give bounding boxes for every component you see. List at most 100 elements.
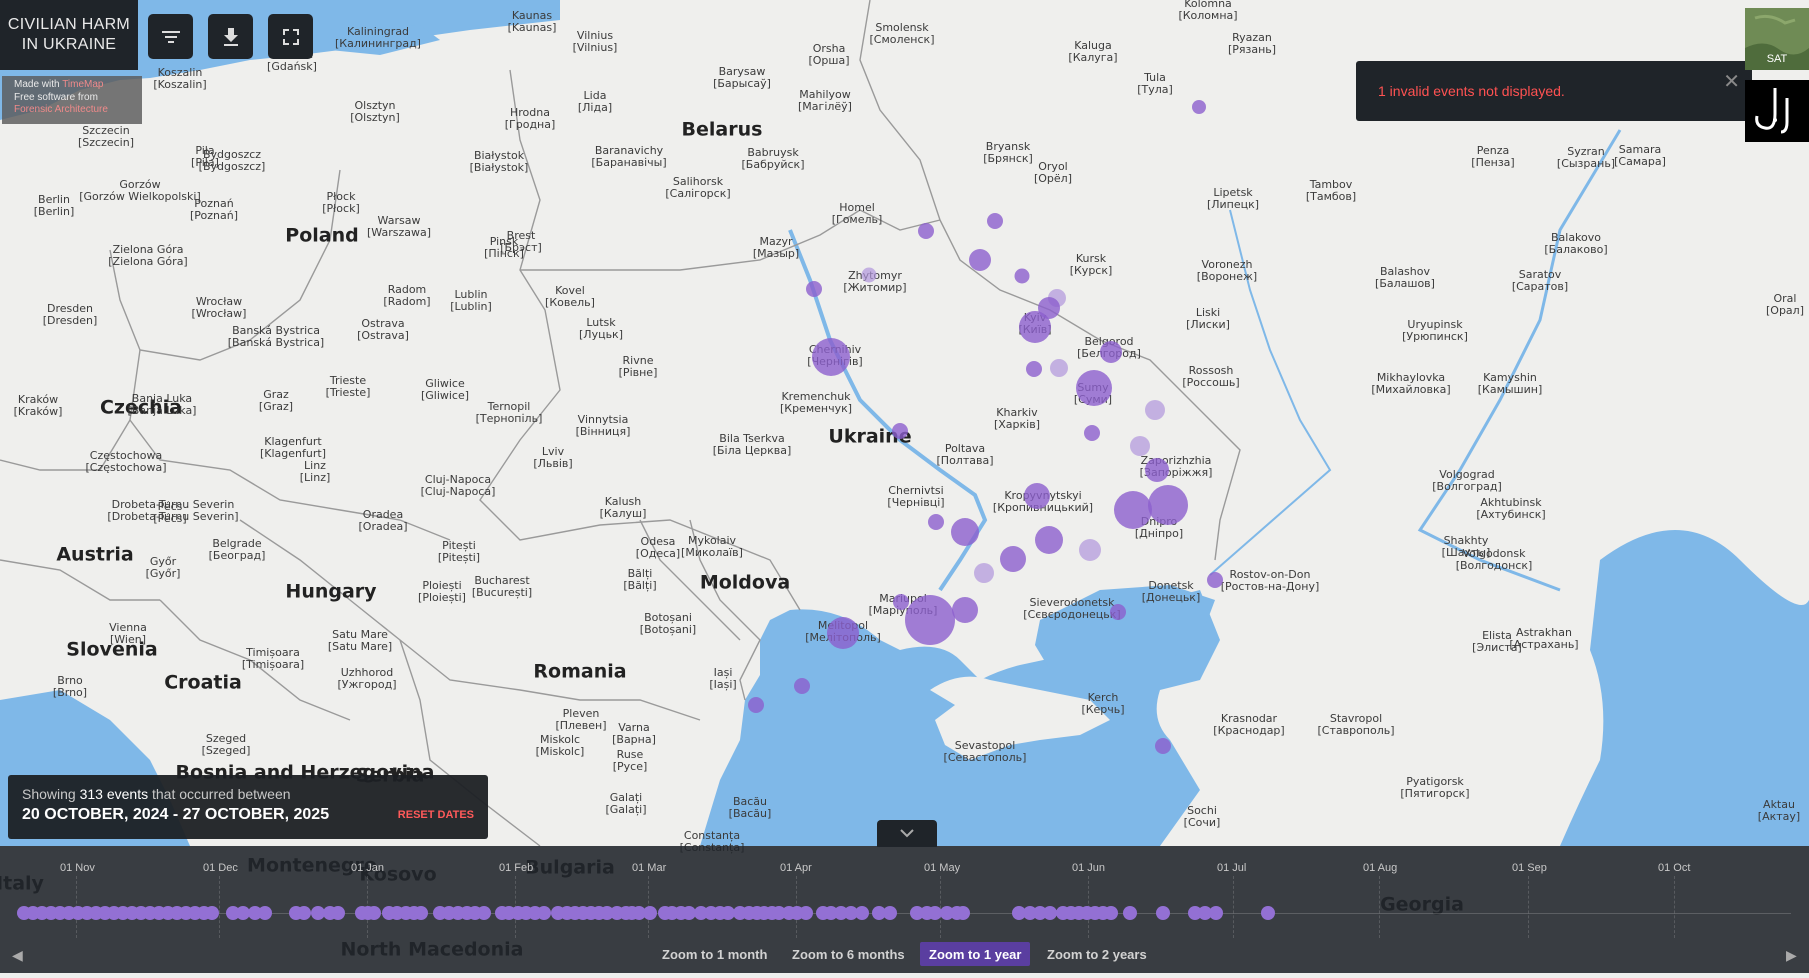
- event-marker[interactable]: [1035, 526, 1063, 554]
- timeline-event-dot[interactable]: [1123, 906, 1137, 920]
- event-marker[interactable]: [1019, 311, 1051, 343]
- timeline-event-dot[interactable]: [643, 906, 657, 920]
- timeline-toggle[interactable]: [877, 820, 937, 847]
- chevron-left-icon[interactable]: ◀: [12, 947, 23, 964]
- event-marker[interactable]: [987, 213, 1003, 229]
- event-marker[interactable]: [918, 223, 934, 239]
- event-marker[interactable]: [1050, 359, 1068, 377]
- event-marker[interactable]: [1000, 546, 1026, 572]
- event-marker[interactable]: [1110, 604, 1126, 620]
- satellite-toggle[interactable]: SAT: [1745, 8, 1809, 70]
- event-marker[interactable]: [1145, 458, 1169, 482]
- timeline-event-dot[interactable]: [367, 906, 381, 920]
- timeline-event-dot[interactable]: [956, 906, 970, 920]
- reset-dates-button[interactable]: RESET DATES: [398, 809, 474, 821]
- city-label: Aktau [Актау]: [1757, 797, 1801, 823]
- event-marker[interactable]: [1130, 436, 1150, 456]
- city-label: Linz [Linz]: [299, 458, 331, 484]
- country-label: Belarus: [681, 118, 763, 141]
- city-label: Ruse [Русе]: [612, 747, 648, 773]
- event-marker[interactable]: [1114, 491, 1152, 529]
- event-marker[interactable]: [905, 595, 955, 645]
- event-marker[interactable]: [806, 281, 822, 297]
- timeline-month-label: 01 Mar: [632, 862, 667, 874]
- city-label: Botoșani [Botoșani]: [639, 610, 697, 636]
- timeline-event-dot[interactable]: [258, 906, 272, 920]
- event-marker[interactable]: [794, 678, 810, 694]
- timeline-event-dot[interactable]: [855, 906, 869, 920]
- event-marker[interactable]: [861, 267, 877, 283]
- cover-button[interactable]: [1745, 80, 1809, 142]
- event-marker[interactable]: [1014, 268, 1030, 284]
- timeline-event-dot[interactable]: [1261, 906, 1275, 920]
- event-marker[interactable]: [1145, 400, 1165, 420]
- timeline-tick: [219, 876, 220, 938]
- events-count: 313 events: [79, 786, 149, 802]
- timeline-event-dot[interactable]: [537, 906, 551, 920]
- timeline-month-label: 01 May: [924, 862, 961, 874]
- city-label: Kovel [Ковель]: [545, 283, 595, 309]
- timeline-event-dot[interactable]: [331, 906, 345, 920]
- city-label: Mahilyow [Магілёў]: [798, 87, 852, 113]
- event-marker[interactable]: [1192, 100, 1206, 114]
- event-marker[interactable]: [812, 338, 850, 376]
- timeline-month-label: 01 Apr: [780, 862, 812, 874]
- timeline-month-label: 01 Nov: [60, 862, 95, 874]
- city-label: Tula [Тула]: [1137, 70, 1173, 96]
- timeline-event-dot[interactable]: [1043, 906, 1057, 920]
- chevron-right-icon[interactable]: ▶: [1786, 947, 1797, 964]
- event-marker[interactable]: [748, 697, 764, 713]
- timemap-link[interactable]: TimeMap: [62, 79, 103, 90]
- filter-button[interactable]: [148, 14, 193, 59]
- city-label: Klagenfurt [Klagenfurt]: [260, 434, 326, 460]
- zoom-1-year-button[interactable]: Zoom to 1 year: [920, 942, 1031, 966]
- city-label: Szeged [Szeged]: [201, 731, 251, 757]
- timeline-event-dot[interactable]: [799, 906, 813, 920]
- event-marker[interactable]: [1148, 485, 1188, 525]
- event-marker[interactable]: [1207, 572, 1223, 588]
- download-button[interactable]: [208, 14, 253, 59]
- city-label: Syzran [Сызрань]: [1556, 144, 1616, 170]
- event-marker[interactable]: [974, 563, 994, 583]
- timeline-event-dot[interactable]: [1104, 906, 1118, 920]
- city-label: Banská Bystrica [Banská Bystrica]: [227, 323, 325, 349]
- country-label: Austria: [56, 543, 134, 566]
- city-label: Mazyr [Мазыр]: [752, 234, 800, 260]
- timeline-event-dot[interactable]: [297, 906, 311, 920]
- timeline-event-dot[interactable]: [205, 906, 219, 920]
- events-summary-suffix: that occurred between: [148, 786, 291, 802]
- timeline-event-dot[interactable]: [1156, 906, 1170, 920]
- city-label: Vinnytsia [Вінниця]: [575, 412, 631, 438]
- zoom-6-months-button[interactable]: Zoom to 6 months: [783, 942, 914, 966]
- zoom-2-years-button[interactable]: Zoom to 2 years: [1038, 942, 1156, 966]
- event-marker[interactable]: [892, 423, 908, 439]
- forensic-architecture-link[interactable]: Forensic Architecture: [14, 104, 142, 117]
- city-label: Mikhaylovka [Михайловка]: [1371, 370, 1451, 396]
- event-marker[interactable]: [1084, 425, 1100, 441]
- notification-toast: 1 invalid events not displayed. ✕: [1356, 61, 1752, 121]
- event-marker[interactable]: [1155, 738, 1171, 754]
- zoom-1-month-button[interactable]: Zoom to 1 month: [653, 942, 776, 966]
- event-marker[interactable]: [1024, 483, 1050, 509]
- event-marker[interactable]: [1079, 539, 1101, 561]
- timeline-month-label: 01 Jan: [351, 862, 385, 874]
- city-label: Lutsk [Луцьк]: [579, 315, 623, 341]
- city-label: Lipetsk [Липецк]: [1206, 185, 1260, 211]
- event-marker[interactable]: [1026, 361, 1042, 377]
- city-label: Rossosh [Россошь]: [1182, 363, 1240, 389]
- event-marker[interactable]: [952, 597, 978, 623]
- timeline-event-dot[interactable]: [414, 906, 428, 920]
- fullscreen-button[interactable]: [268, 14, 313, 59]
- event-marker[interactable]: [1076, 370, 1112, 406]
- timeline-event-dot[interactable]: [477, 906, 491, 920]
- timeline-event-dot[interactable]: [1209, 906, 1223, 920]
- event-marker[interactable]: [969, 249, 991, 271]
- event-marker[interactable]: [1100, 341, 1122, 363]
- city-label: Homel [Гомель]: [831, 200, 883, 226]
- timeline-event-dot[interactable]: [883, 906, 897, 920]
- event-marker[interactable]: [951, 518, 979, 546]
- close-icon[interactable]: ✕: [1723, 72, 1740, 92]
- event-marker[interactable]: [893, 594, 909, 610]
- event-marker[interactable]: [928, 514, 944, 530]
- event-marker[interactable]: [827, 617, 859, 649]
